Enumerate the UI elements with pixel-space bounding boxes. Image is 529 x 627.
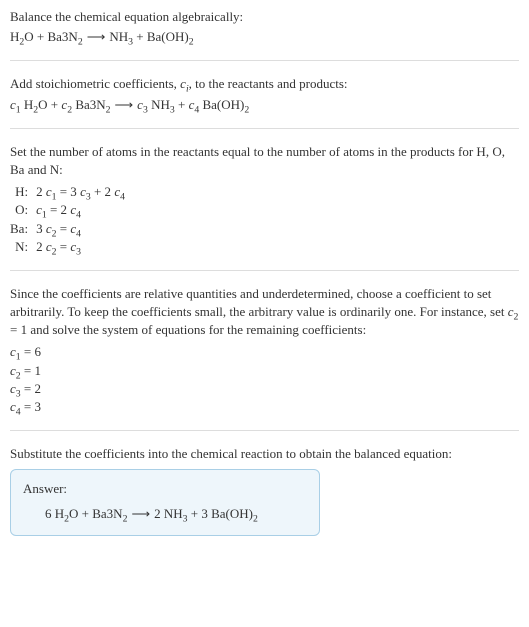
atom-balance-text: Set the number of atoms in the reactants…	[10, 143, 519, 179]
element-label: O:	[10, 201, 36, 219]
coeff-list: c1 = 6 c2 = 1 c3 = 2 c4 = 3	[10, 343, 519, 416]
atom-balance-table: H: 2 c1 = 3 c3 + 2 c4 O: c1 = 2 c4 Ba: 3…	[10, 183, 131, 256]
equation-unbalanced: H2O + Ba3N2⟶NH3 + Ba(OH)2	[10, 28, 519, 46]
answer-equation: 6 H2O + Ba3N2⟶2 NH3 + 3 Ba(OH)2	[23, 505, 307, 523]
solve-text: Since the coefficients are relative quan…	[10, 285, 519, 340]
answer-intro: Substitute the coefficients into the che…	[10, 445, 519, 463]
element-label: N:	[10, 238, 36, 256]
coefficients-text: Add stoichiometric coefficients, ci, to …	[10, 75, 519, 93]
table-row: H: 2 c1 = 3 c3 + 2 c4	[10, 183, 131, 201]
text-frag: , to the reactants and products:	[189, 76, 348, 91]
element-label: H:	[10, 183, 36, 201]
equation-with-coeffs: c1 H2O + c2 Ba3N2⟶c3 NH3 + c4 Ba(OH)2	[10, 96, 519, 114]
intro-text: Balance the chemical equation algebraica…	[10, 8, 519, 26]
element-equation: 2 c2 = c3	[36, 238, 131, 256]
element-equation: 3 c2 = c4	[36, 220, 131, 238]
table-row: N: 2 c2 = c3	[10, 238, 131, 256]
element-equation: c1 = 2 c4	[36, 201, 131, 219]
answer-label: Answer:	[23, 480, 307, 498]
coeff-value: c2 = 1	[10, 362, 519, 380]
table-row: Ba: 3 c2 = c4	[10, 220, 131, 238]
section-intro: Balance the chemical equation algebraica…	[10, 8, 519, 61]
section-atom-balance: Set the number of atoms in the reactants…	[10, 143, 519, 271]
section-answer: Substitute the coefficients into the che…	[10, 445, 519, 550]
coeff-value: c1 = 6	[10, 343, 519, 361]
coeff-value: c4 = 3	[10, 398, 519, 416]
text-frag: Add stoichiometric coefficients,	[10, 76, 180, 91]
table-row: O: c1 = 2 c4	[10, 201, 131, 219]
section-solve: Since the coefficients are relative quan…	[10, 285, 519, 431]
element-label: Ba:	[10, 220, 36, 238]
answer-box: Answer: 6 H2O + Ba3N2⟶2 NH3 + 3 Ba(OH)2	[10, 469, 320, 535]
section-coefficients: Add stoichiometric coefficients, ci, to …	[10, 75, 519, 128]
coeff-value: c3 = 2	[10, 380, 519, 398]
element-equation: 2 c1 = 3 c3 + 2 c4	[36, 183, 131, 201]
